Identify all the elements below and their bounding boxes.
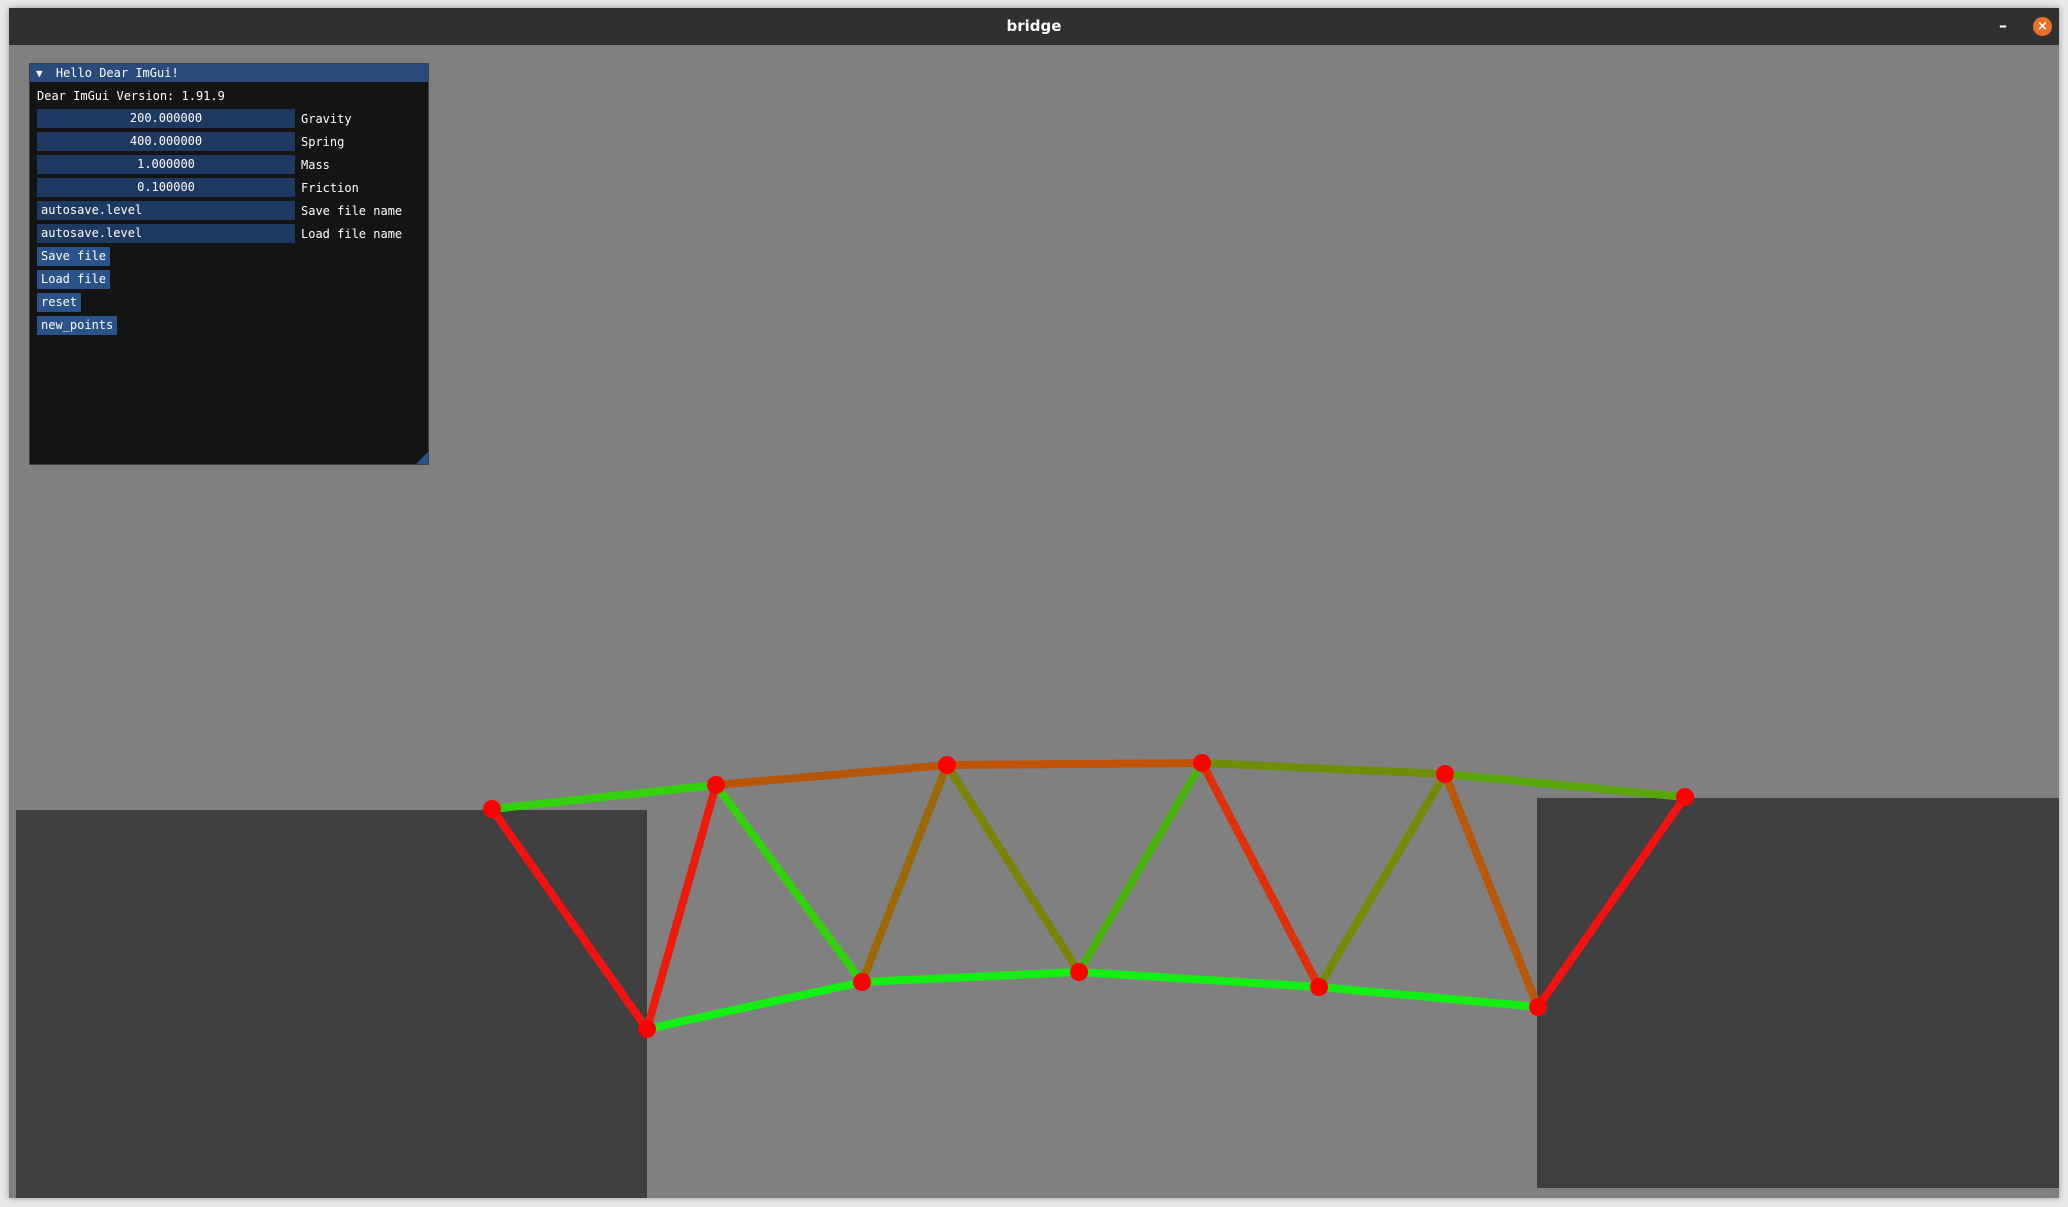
- panel-title-bar[interactable]: ▼ Hello Dear ImGui!: [30, 64, 428, 82]
- beam-diag-3[interactable]: [712, 781, 866, 986]
- right-ground-block: [1537, 798, 2059, 1188]
- beam-diag-8[interactable]: [1315, 770, 1449, 991]
- node[interactable]: [707, 776, 725, 794]
- mass-label: Mass: [301, 157, 330, 172]
- load-file-name-input[interactable]: autosave.level: [37, 224, 295, 243]
- friction-label: Friction: [301, 180, 359, 195]
- collapse-arrow-icon[interactable]: ▼: [36, 67, 43, 80]
- beam-top-3[interactable]: [943, 759, 1206, 769]
- beam-diag-4[interactable]: [858, 761, 951, 986]
- mass-row: 1.000000 Mass: [37, 153, 421, 176]
- load-file-name-label: Load file name: [301, 226, 403, 241]
- save-file-name-input[interactable]: autosave.level: [37, 201, 295, 220]
- spring-row: 400.000000 Spring: [37, 130, 421, 153]
- beam-top-5[interactable]: [1441, 770, 1689, 801]
- node[interactable]: [1676, 788, 1694, 806]
- version-text: Dear ImGui Version: 1.91.9: [37, 89, 225, 103]
- node[interactable]: [1436, 765, 1454, 783]
- window-title: bridge: [1006, 17, 1062, 35]
- beam-bottom-3[interactable]: [1075, 968, 1323, 991]
- node[interactable]: [1310, 978, 1328, 996]
- resize-grip-icon[interactable]: [416, 452, 428, 464]
- node[interactable]: [1529, 998, 1547, 1016]
- beam-bottom-4[interactable]: [1315, 983, 1542, 1011]
- load-file-button[interactable]: Load file: [37, 270, 111, 289]
- gravity-label: Gravity: [301, 111, 352, 126]
- beam-diag-9[interactable]: [1441, 770, 1542, 1011]
- panel-title: Hello Dear ImGui!: [55, 66, 179, 80]
- friction-row: 0.100000 Friction: [37, 176, 421, 199]
- beam-bottom-2[interactable]: [858, 968, 1083, 986]
- beam-diag-6[interactable]: [1075, 759, 1206, 976]
- node[interactable]: [483, 800, 501, 818]
- new-points-button[interactable]: new_points: [37, 316, 118, 335]
- load-file-name-row: autosave.level Load file name: [37, 222, 421, 245]
- title-bar[interactable]: bridge – ×: [9, 8, 2059, 45]
- gravity-input[interactable]: 200.000000: [37, 109, 295, 128]
- beam-diag-5[interactable]: [943, 761, 1083, 976]
- node[interactable]: [1070, 963, 1088, 981]
- save-file-name-label: Save file name: [301, 203, 403, 218]
- beam-diag-2[interactable]: [643, 781, 720, 1033]
- node[interactable]: [638, 1020, 656, 1038]
- save-file-name-row: autosave.level Save file name: [37, 199, 421, 222]
- friction-input[interactable]: 0.100000: [37, 178, 295, 197]
- node[interactable]: [1193, 754, 1211, 772]
- gravity-row: 200.000000 Gravity: [37, 107, 421, 130]
- app-window: bridge – × ▼ Hello Dear ImGui! Dear ImGu…: [9, 8, 2059, 1198]
- left-ground-block: [16, 810, 647, 1198]
- beam-bottom-1[interactable]: [643, 978, 866, 1033]
- node[interactable]: [853, 973, 871, 991]
- reset-button[interactable]: reset: [37, 293, 82, 312]
- close-icon[interactable]: ×: [2033, 17, 2052, 36]
- beam-top-4[interactable]: [1198, 759, 1449, 778]
- beam-top-1[interactable]: [488, 781, 720, 813]
- save-file-button[interactable]: Save file: [37, 247, 111, 266]
- beam-top-2[interactable]: [712, 761, 951, 789]
- mass-input[interactable]: 1.000000: [37, 155, 295, 174]
- minimize-icon[interactable]: –: [1993, 16, 2013, 36]
- spring-input[interactable]: 400.000000: [37, 132, 295, 151]
- beam-diag-7[interactable]: [1198, 759, 1323, 991]
- imgui-panel[interactable]: ▼ Hello Dear ImGui! Dear ImGui Version: …: [29, 63, 429, 465]
- spring-label: Spring: [301, 134, 345, 149]
- node[interactable]: [938, 756, 956, 774]
